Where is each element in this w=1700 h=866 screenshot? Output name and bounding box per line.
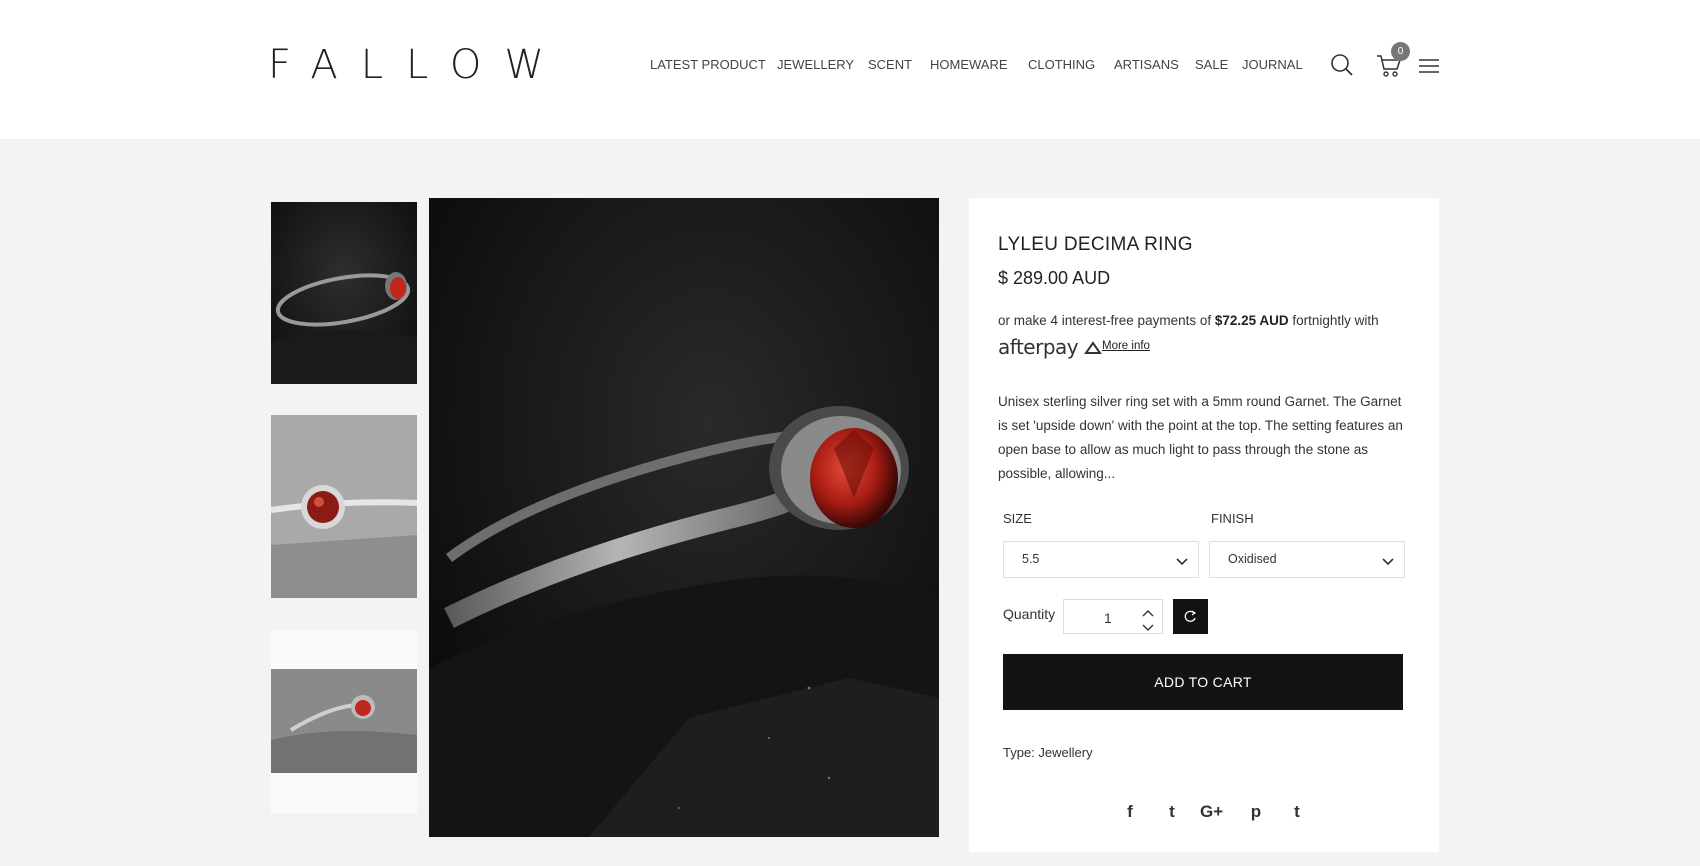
afterpay-prefix: or make 4 interest-free payments of [998,313,1215,328]
cart-count-badge: 0 [1391,42,1410,61]
nav-homeware[interactable]: HOMEWARE [930,57,1008,72]
chevron-down-icon [1176,555,1188,569]
size-label: SIZE [1003,511,1032,526]
twitter-share-icon[interactable]: t [1161,802,1183,822]
quantity-stepper[interactable]: 1 [1063,599,1163,634]
afterpay-logo: afterpay [998,335,1079,359]
nav-latest-product[interactable]: LATEST PRODUCT [650,57,766,72]
size-select[interactable]: 5.5 [1003,541,1199,578]
finish-select-value: Oxidised [1228,552,1277,566]
chevron-down-icon [1382,555,1394,569]
product-thumbnail-1[interactable] [271,202,417,384]
product-type: Type: Jewellery [1003,745,1093,760]
refresh-button[interactable] [1173,599,1208,634]
tumblr-share-icon[interactable]: t [1286,802,1308,822]
afterpay-amount: $72.25 AUD [1214,313,1289,328]
nav-journal[interactable]: JOURNAL [1242,57,1303,72]
product-thumbnail-2[interactable] [271,415,417,598]
add-to-cart-button[interactable]: ADD TO CART [1003,654,1403,710]
nav-sale[interactable]: SALE [1195,57,1228,72]
chevron-down-icon[interactable] [1142,619,1154,637]
afterpay-suffix: fortnightly with [1288,313,1379,328]
facebook-share-icon[interactable]: f [1119,802,1141,822]
quantity-input[interactable]: 1 [1104,610,1112,626]
afterpay-arrows-icon [1084,341,1102,360]
nav-scent[interactable]: SCENT [868,57,912,72]
menu-icon[interactable] [1419,59,1439,78]
search-icon[interactable] [1330,53,1354,82]
product-price: $ 289.00 AUD [998,268,1111,288]
product-info-panel: LYLEU DECIMA RING $ 289.00 AUD or make 4… [969,198,1439,852]
site-header: FALLOW LATEST PRODUCT JEWELLERY SCENT HO… [0,0,1700,139]
product-description: Unisex sterling silver ring set with a 5… [998,394,1403,481]
nav-clothing[interactable]: CLOTHING [1028,57,1095,72]
pinterest-share-icon[interactable]: p [1245,802,1267,822]
finish-label: FINISH [1211,511,1254,526]
refresh-icon [1184,610,1197,622]
size-select-value: 5.5 [1022,552,1040,566]
site-logo[interactable]: FALLOW [268,42,567,88]
product-main-image[interactable] [429,198,939,837]
nav-artisans[interactable]: ARTISANS [1114,57,1179,72]
google-plus-share-icon[interactable]: G+ [1200,802,1223,822]
product-thumbnail-3[interactable] [271,630,417,813]
nav-jewellery[interactable]: JEWELLERY [777,57,854,72]
quantity-label: Quantity [1003,606,1056,622]
finish-select[interactable]: Oxidised [1209,541,1405,578]
afterpay-message: or make 4 interest-free payments of $72.… [998,313,1379,328]
product-title: LYLEU DECIMA RING [998,234,1193,255]
afterpay-more-info-link[interactable]: More info [1102,340,1150,352]
